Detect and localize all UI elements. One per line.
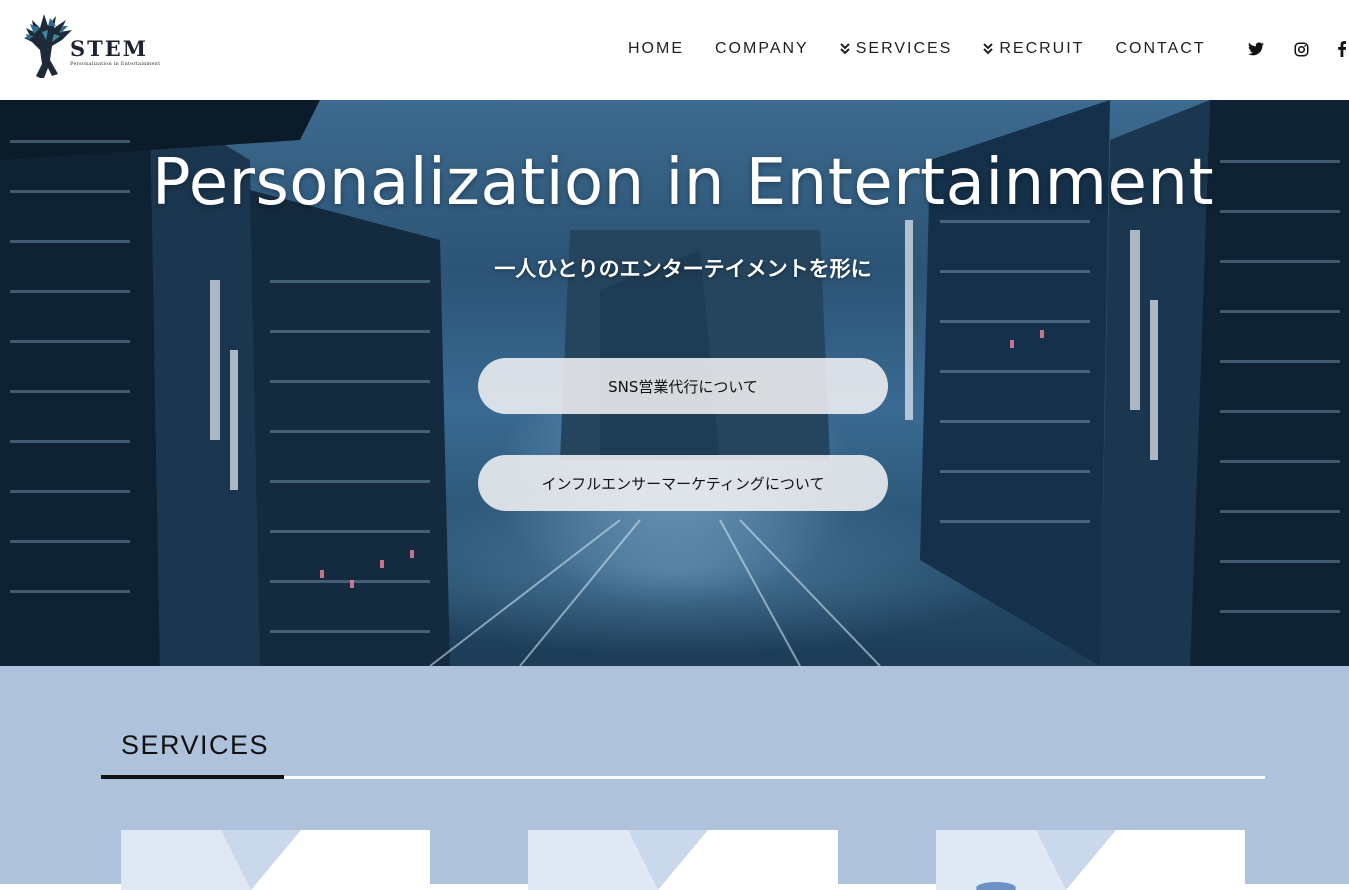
logo[interactable]: STEM Personalization in Entertainment [22,12,162,80]
hero-subtitle: 一人ひとりのエンターテイメントを形に [494,257,872,281]
service-card[interactable] [528,830,838,890]
sns-sales-button-label: SNS営業代行について [608,377,758,396]
nav-contact[interactable]: CONTACT [1115,40,1205,58]
hero-title: Personalization in Entertainment [151,146,1215,220]
nav-contact-label: CONTACT [1115,40,1206,57]
facebook-icon[interactable] [1335,40,1349,58]
nav-services-label: SERVICES [855,40,953,57]
service-card[interactable] [121,830,430,890]
nav-company-label: COMPANY [715,40,809,57]
nav-company[interactable]: COMPANY [715,40,809,58]
services-divider-accent [101,775,284,779]
nav-recruit-label: RECRUIT [999,40,1085,57]
hero-banner: Personalization in Entertainment 一人ひとりのエ… [0,100,1349,666]
nav-services[interactable]: SERVICES [840,40,953,58]
double-chevron-down-icon [983,43,994,55]
service-card-image [528,830,708,890]
service-card-image [936,830,1116,890]
logo-name: STEM [70,36,149,61]
service-card[interactable] [936,830,1245,890]
site-header: STEM Personalization in Entertainment HO… [0,0,1349,100]
influencer-marketing-button[interactable]: インフルエンサーマーケティングについて [478,455,888,511]
main-nav: HOME COMPANY SERVICES RECRUIT CONTACT [628,38,1237,60]
nav-home-label: HOME [628,40,684,57]
nav-recruit[interactable]: RECRUIT [983,40,1084,58]
service-card-image [121,830,301,890]
twitter-icon[interactable] [1247,40,1265,58]
nav-home[interactable]: HOME [628,40,684,58]
tree-logo-icon [24,14,72,78]
services-section: SERVICES [0,666,1349,890]
double-chevron-down-icon [840,43,850,55]
logo-tagline: Personalization in Entertainment [70,61,161,67]
services-heading: SERVICES [121,730,270,760]
instagram-icon[interactable] [1292,40,1310,58]
sns-sales-button[interactable]: SNS営業代行について [478,358,888,414]
influencer-marketing-button-label: インフルエンサーマーケティングについて [541,474,825,493]
